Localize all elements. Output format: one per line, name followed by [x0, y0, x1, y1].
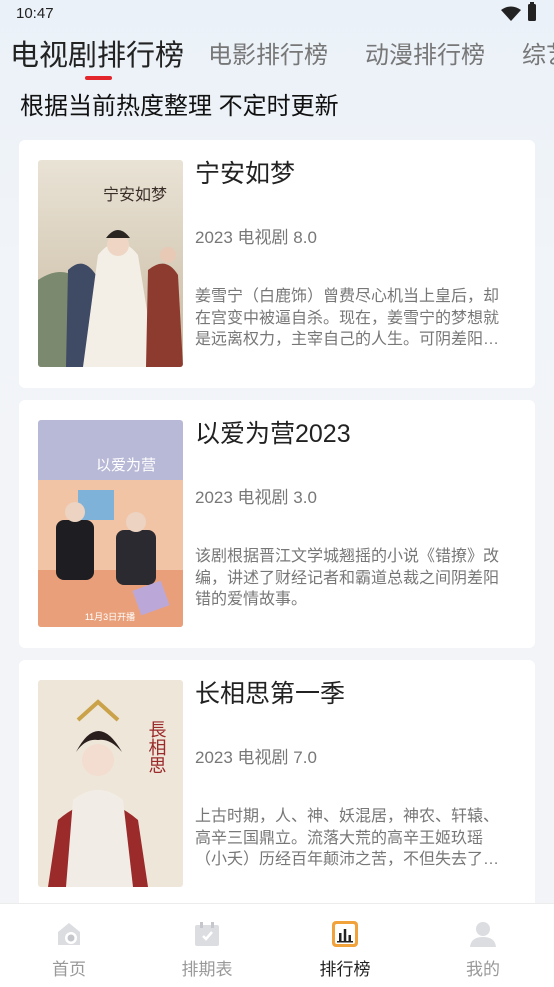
- poster-text: 宁安如梦: [103, 185, 167, 204]
- nav-profile[interactable]: 我的: [414, 904, 552, 987]
- tab-tv-ranking[interactable]: 电视剧排行榜: [10, 36, 184, 80]
- status-time: 10:47: [16, 5, 54, 22]
- nav-label: 我的: [466, 960, 500, 979]
- home-icon: [58, 923, 80, 945]
- poster-text: 長相思: [146, 720, 167, 774]
- drama-description: 该剧根据晋江文学城翘摇的小说《错撩》改编，讲述了财经记者和霸道总裁之间阴差阳错的…: [195, 548, 500, 608]
- list-item[interactable]: 宁安如梦 宁安如梦 2023 电视剧 8.0 姜雪宁（白鹿饰）曾费尽心机当上皇后…: [19, 140, 535, 388]
- status-bar: 10:47: [0, 0, 554, 30]
- drama-title: 长相思第一季: [195, 680, 346, 708]
- tab-anime-ranking[interactable]: 动漫排行榜: [365, 36, 485, 80]
- drama-meta: 2023 电视剧 7.0: [195, 748, 317, 767]
- user-icon: [470, 922, 496, 947]
- poster-image: 宁安如梦: [38, 160, 183, 367]
- nav-schedule[interactable]: 排期表: [138, 904, 276, 987]
- nav-label: 排期表: [181, 960, 233, 979]
- nav-label: 排行榜: [319, 960, 371, 979]
- drama-title: 宁安如梦: [195, 160, 296, 188]
- drama-meta: 2023 电视剧 3.0: [195, 488, 317, 507]
- drama-description: 姜雪宁（白鹿饰）曾费尽心机当上皇后，却在宫变中被逼自杀。现在，姜雪宁的梦想就是远…: [195, 288, 500, 348]
- tab-movie-ranking[interactable]: 电影排行榜: [208, 36, 328, 80]
- poster-image: 以爱为营 11月3日开播: [38, 420, 183, 627]
- drama-meta: 2023 电视剧 8.0: [195, 228, 317, 247]
- battery-icon: [528, 2, 536, 21]
- drama-title: 以爱为营2023: [195, 420, 351, 448]
- poster-image: 長相思: [38, 680, 183, 887]
- active-tab-indicator: [85, 76, 112, 80]
- poster-text: 以爱为营: [96, 456, 156, 474]
- wifi-icon: [501, 6, 521, 21]
- category-tabs: 电视剧排行榜 电影排行榜 动漫排行榜 综艺排行榜: [0, 36, 554, 84]
- chart-icon: [332, 921, 358, 947]
- nav-label: 首页: [52, 960, 86, 979]
- bottom-nav: 首页 排期表 排行榜 我的: [0, 903, 554, 987]
- list-item[interactable]: 以爱为营 11月3日开播 以爱为营2023 2023 电视剧 3.0 该剧根据晋…: [19, 400, 535, 648]
- drama-description: 上古时期，人、神、妖混居，神农、轩辕、高辛三国鼎立。流落大荒的高辛王姬玖瑶（小夭…: [195, 808, 500, 868]
- calendar-icon: [195, 922, 219, 946]
- list-item[interactable]: 長相思 长相思第一季 2023 电视剧 7.0 上古时期，人、神、妖混居，神农、…: [19, 660, 535, 908]
- tab-variety-ranking[interactable]: 综艺排行榜: [522, 36, 554, 80]
- poster-caption: 11月3日开播: [85, 611, 135, 622]
- nav-home[interactable]: 首页: [0, 904, 138, 987]
- ranking-subtitle: 根据当前热度整理 不定时更新: [20, 93, 339, 120]
- nav-ranking[interactable]: 排行榜: [276, 904, 414, 987]
